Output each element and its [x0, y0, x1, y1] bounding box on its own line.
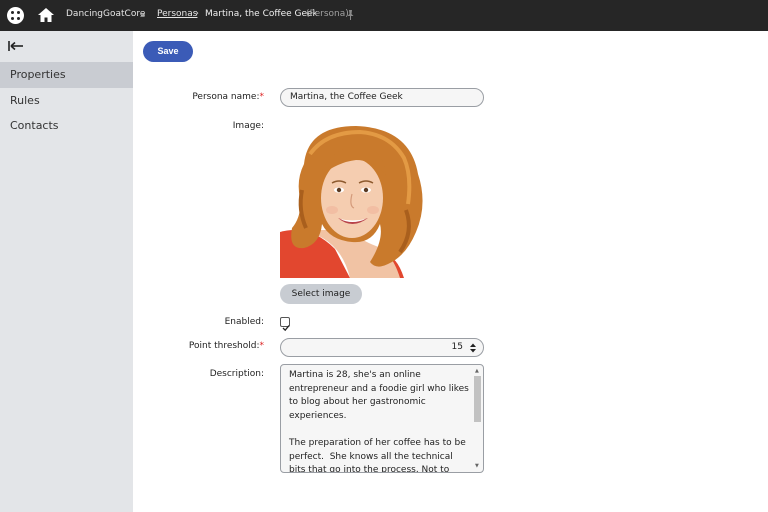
scroll-down-icon[interactable]: ▼	[475, 463, 479, 469]
sidebar-item-rules[interactable]: Rules	[0, 88, 133, 114]
back-arrow-icon[interactable]	[8, 40, 24, 52]
breadcrumb-type: (Persona)	[306, 9, 349, 19]
description-scrollbar[interactable]: ▲ ▼	[473, 366, 482, 471]
scroll-up-icon[interactable]: ▲	[475, 368, 479, 374]
scrollbar-thumb[interactable]	[474, 376, 481, 422]
select-image-button[interactable]: Select image	[280, 284, 362, 304]
image-label: Image:	[232, 121, 264, 131]
home-icon[interactable]	[37, 7, 55, 23]
spinner-arrows-icon[interactable]	[469, 342, 477, 354]
persona-image	[280, 124, 444, 278]
persona-name-label-text: Persona name:	[192, 92, 260, 102]
sidebar-item-contacts[interactable]: Contacts	[0, 113, 133, 139]
point-threshold-label-text: Point threshold:	[188, 341, 260, 351]
breadcrumb-personas-link[interactable]: Personas	[157, 9, 197, 19]
breadcrumb-current: Martina, the Coffee Geek	[205, 9, 318, 19]
persona-portrait-drawing	[280, 124, 444, 278]
persona-name-input[interactable]: Martina, the Coffee Geek	[280, 88, 484, 107]
site-selector[interactable]: DancingGoatCore	[66, 9, 145, 19]
point-threshold-label: Point threshold:*	[189, 341, 264, 351]
breadcrumb-chevron-icon: ›	[195, 8, 199, 19]
point-threshold-input[interactable]: 15	[280, 338, 484, 357]
description-textarea[interactable]: Martina is 28, she's an online entrepren…	[280, 364, 484, 473]
pin-icon[interactable]	[346, 10, 355, 20]
required-marker: *	[259, 92, 265, 102]
enabled-label: Enabled:	[224, 317, 264, 327]
site-selector-caret-icon[interactable]: ◢	[140, 11, 145, 18]
description-text: Martina is 28, she's an online entrepren…	[289, 370, 469, 473]
sidebar: Properties Rules Contacts	[0, 31, 133, 512]
top-bar: DancingGoatCore ◢ Personas › Martina, th…	[0, 0, 768, 31]
point-threshold-value: 15	[451, 342, 463, 352]
checkmark-icon	[282, 325, 290, 332]
app-logo-icon[interactable]	[7, 7, 24, 24]
required-marker: *	[259, 341, 265, 351]
enabled-checkbox[interactable]	[280, 317, 290, 332]
save-button[interactable]: Save	[143, 41, 193, 62]
sidebar-item-properties[interactable]: Properties	[0, 62, 133, 88]
description-label: Description:	[209, 369, 264, 379]
persona-name-label: Persona name:*	[192, 92, 264, 102]
